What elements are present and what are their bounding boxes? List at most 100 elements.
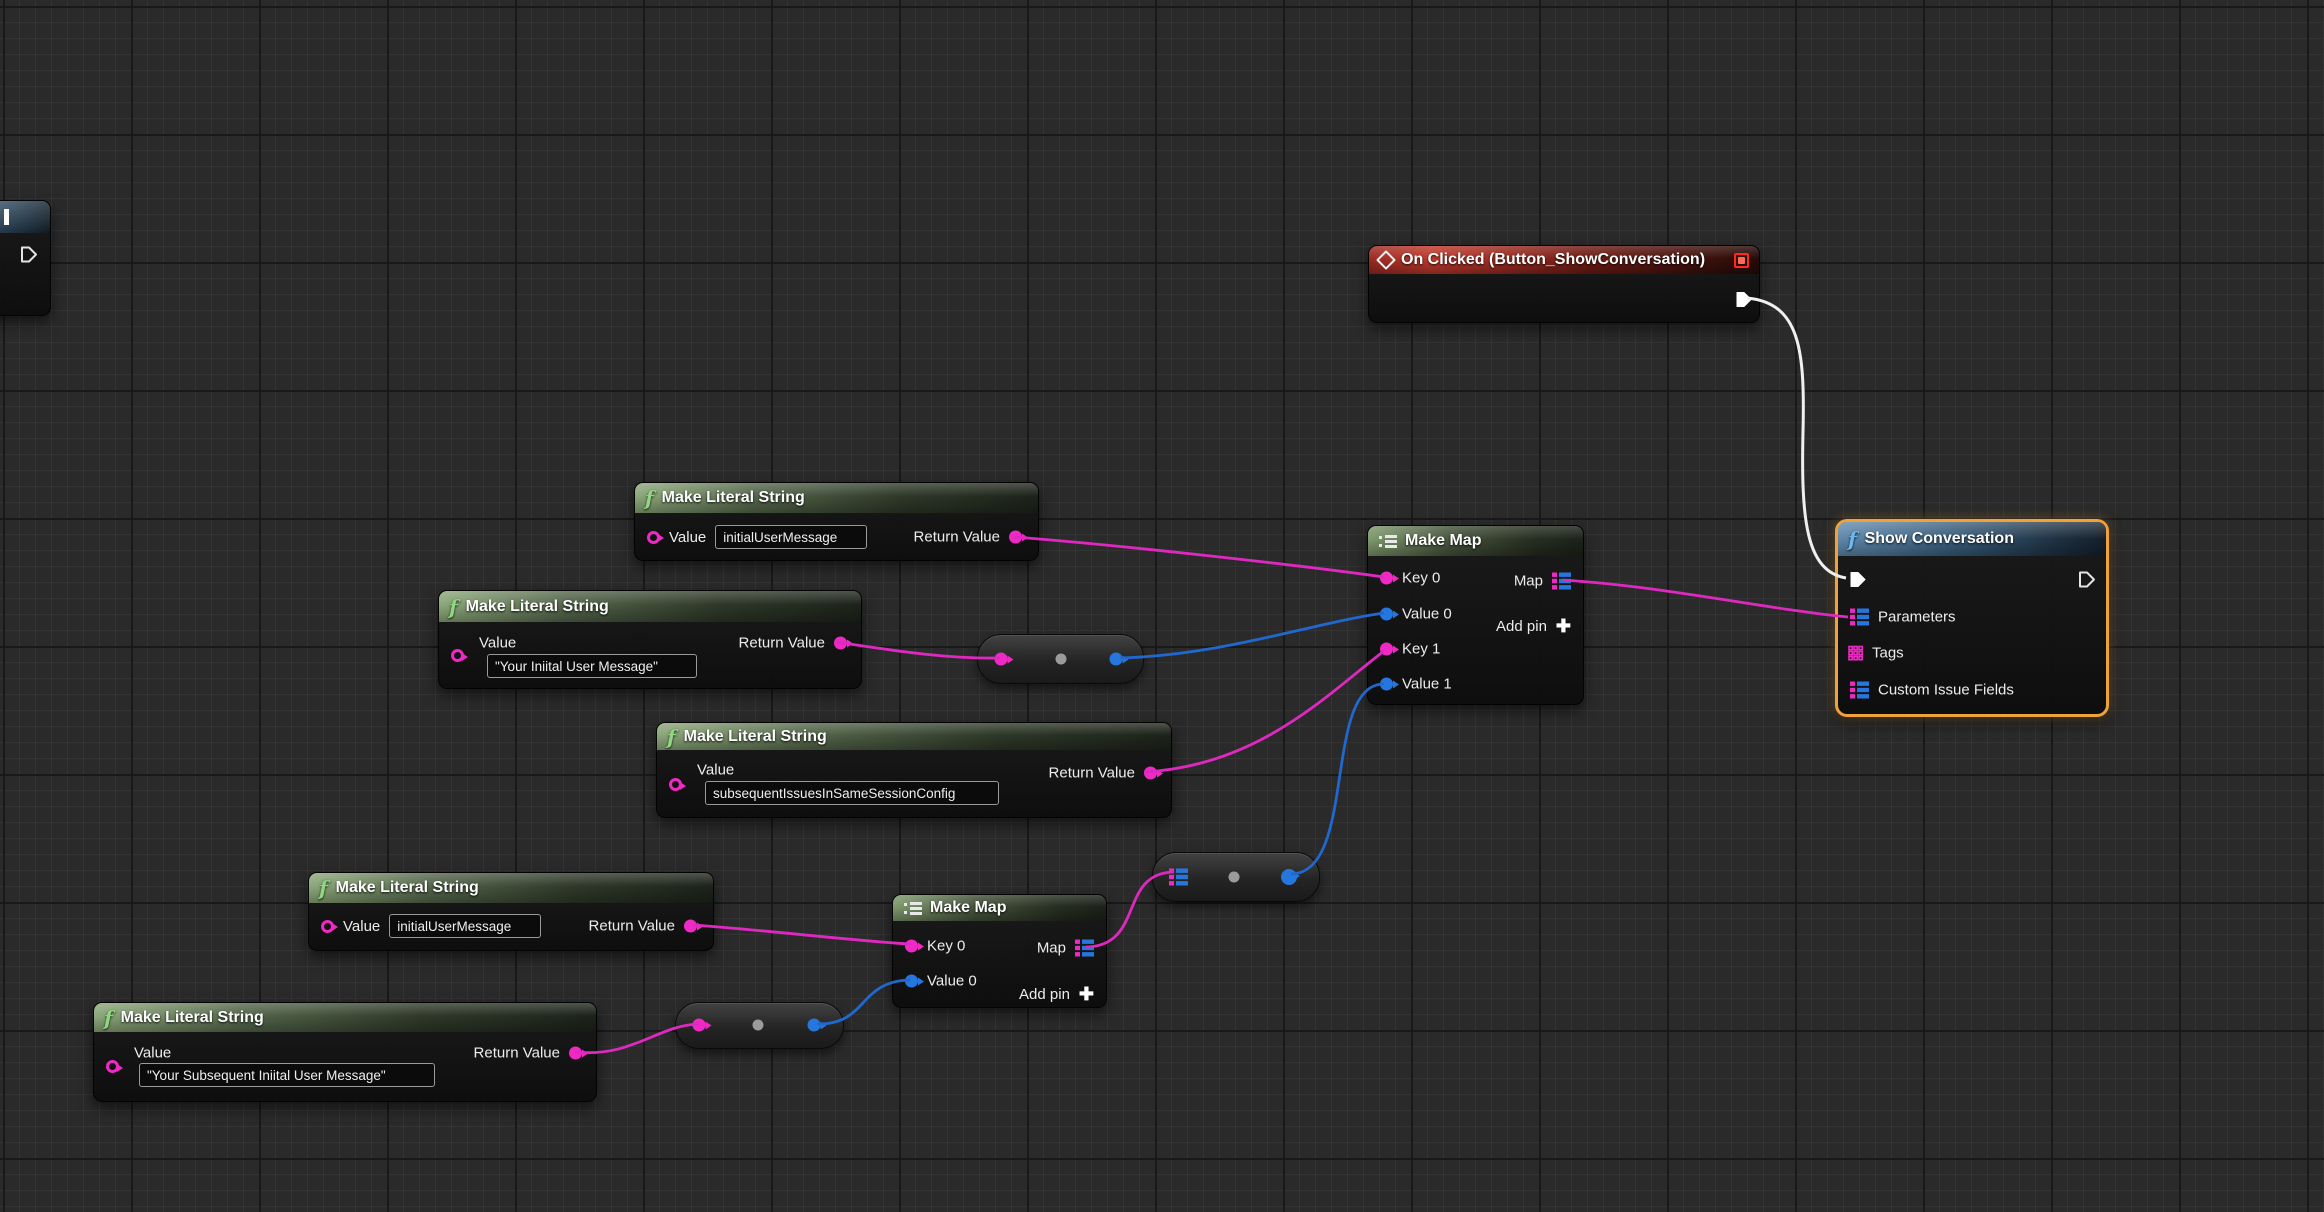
on-clicked-header[interactable]: On Clicked (Button_ShowConversation) — [1369, 246, 1759, 274]
conversion-dot — [1056, 654, 1067, 665]
value-text-input[interactable] — [705, 781, 999, 805]
function-icon: f — [104, 1008, 113, 1028]
on-clicked-title: On Clicked (Button_ShowConversation) — [1401, 251, 1705, 269]
conversion-dot — [753, 1020, 764, 1031]
custom-issue-fields-label: Custom Issue Fields — [1878, 682, 2014, 699]
key1-pin-row: Key 1 — [1380, 641, 1440, 658]
key0-label: Key 0 — [1402, 570, 1440, 587]
value-pin-row: Value — [321, 914, 541, 938]
node-make-literal-string-4[interactable]: f Make Literal String Value Return Value — [308, 872, 714, 951]
node-make-literal-string-5[interactable]: f Make Literal String Value Return Value — [93, 1002, 597, 1102]
value-pin-label: Value — [343, 918, 380, 935]
value-text-input[interactable] — [139, 1063, 435, 1087]
node-title: Make Map — [930, 899, 1006, 917]
node-make-literal-string-3[interactable]: f Make Literal String Value Return Value — [656, 722, 1172, 818]
add-pin-row[interactable]: Add pin ✚ — [1019, 985, 1094, 1003]
wire-string-literal4-to-key0[interactable] — [694, 925, 910, 944]
node-clipped-left-edge[interactable] — [0, 200, 51, 316]
node-make-literal-string-2[interactable]: f Make Literal String Value Return Value — [438, 590, 862, 689]
make-literal-string-header[interactable]: f Make Literal String — [657, 723, 1171, 750]
make-map-header[interactable]: Make Map — [893, 895, 1106, 921]
map-output-label: Map — [1514, 573, 1543, 590]
node-make-map-bottom[interactable]: Make Map Key 0 Value 0 Map Add pin ✚ — [892, 894, 1107, 1008]
conversion-node-map-to-value[interactable] — [1152, 852, 1320, 902]
value0-label: Value 0 — [927, 973, 977, 990]
exec-input-pin[interactable] — [1848, 570, 1867, 589]
value-text-input[interactable] — [715, 525, 867, 549]
make-literal-string-header[interactable]: f Make Literal String — [94, 1003, 596, 1032]
value0-label: Value 0 — [1402, 606, 1452, 623]
tags-label: Tags — [1872, 645, 1904, 662]
value-pin-label: Value — [669, 529, 706, 546]
string-input-pin[interactable] — [647, 531, 660, 544]
function-icon: f — [667, 727, 676, 747]
value-pin-label: Value — [134, 1045, 171, 1062]
make-literal-string-header[interactable]: f Make Literal String — [439, 591, 861, 622]
string-input-pin[interactable] — [669, 778, 682, 791]
blueprint-graph-canvas[interactable]: { "colors": { "wire_exec": "#f0f0f0", "w… — [0, 0, 2324, 1212]
map-output-row: Map — [1037, 940, 1094, 957]
string-input-pin-key0[interactable] — [905, 940, 918, 953]
return-value-row: Return Value — [914, 529, 1022, 546]
function-icon: f — [449, 597, 458, 617]
wire-string-maptop-to-parameters[interactable] — [1563, 580, 1848, 617]
node-title: Make Literal String — [684, 728, 827, 746]
exec-output-pin[interactable] — [19, 245, 38, 264]
tags-pin-row: Tags — [1848, 645, 1904, 662]
node-title: Make Literal String — [336, 879, 479, 897]
node-make-map-top[interactable]: Make Map Key 0 Value 0 Key 1 Value 1 Map… — [1367, 525, 1584, 705]
show-conversation-header[interactable]: f Show Conversation — [1838, 522, 2106, 556]
string-input-pin[interactable] — [106, 1060, 119, 1073]
clipped-header-text-fragment — [4, 209, 9, 225]
return-value-label: Return Value — [589, 918, 675, 935]
value-pin-label-row: Value — [697, 762, 734, 779]
value0-pin-row: Value 0 — [1380, 606, 1452, 623]
wire-exec-onclicked-to-showconversation[interactable] — [1747, 298, 1846, 578]
function-icon: f — [319, 878, 328, 898]
return-value-row: Return Value — [589, 918, 697, 935]
map-input-pin-parameters[interactable] — [1850, 609, 1869, 626]
wire-value-reroute1-to-value0[interactable] — [1120, 613, 1384, 658]
value-text-input[interactable] — [389, 914, 541, 938]
node-on-clicked-event[interactable]: On Clicked (Button_ShowConversation) — [1368, 245, 1760, 323]
value-text-input[interactable] — [487, 654, 697, 678]
wire-string-literal3-to-key1[interactable] — [1144, 651, 1384, 772]
return-value-row: Return Value — [739, 635, 847, 652]
node-make-literal-string-1[interactable]: f Make Literal String Value Return Value — [634, 482, 1039, 561]
exec-output-pin[interactable] — [2077, 570, 2096, 589]
string-input-pin[interactable] — [321, 920, 334, 933]
delegate-pin-icon[interactable] — [1734, 253, 1749, 268]
make-literal-string-header[interactable]: f Make Literal String — [309, 873, 713, 903]
map-output-label: Map — [1037, 940, 1066, 957]
conversion-node-string-to-value-1[interactable] — [977, 634, 1144, 684]
conversion-node-string-to-value-2[interactable] — [675, 1002, 844, 1049]
make-map-icon — [903, 901, 923, 916]
add-pin-row[interactable]: Add pin ✚ — [1496, 617, 1571, 635]
return-value-label: Return Value — [474, 1045, 560, 1062]
node-show-conversation[interactable]: f Show Conversation Parameters Tags — [1835, 519, 2109, 717]
make-literal-string-header[interactable]: f Make Literal String — [635, 483, 1038, 513]
wire-string-literal1-to-key0[interactable] — [1014, 537, 1384, 577]
event-diamond-icon — [1376, 250, 1396, 270]
return-value-row: Return Value — [1049, 765, 1157, 782]
conversion-dot — [1229, 872, 1240, 883]
make-map-header[interactable]: Make Map — [1368, 526, 1583, 556]
return-value-row: Return Value — [474, 1045, 582, 1062]
function-icon: f — [645, 488, 654, 508]
return-value-label: Return Value — [739, 635, 825, 652]
key0-pin-row: Key 0 — [1380, 570, 1440, 587]
add-pin-label: Add pin — [1019, 986, 1070, 1003]
add-pin-plus-icon: ✚ — [1079, 985, 1094, 1003]
map-input-pin-custom-issue-fields[interactable] — [1850, 682, 1869, 699]
set-input-pin-tags[interactable] — [1848, 646, 1863, 661]
value0-pin-row: Value 0 — [905, 973, 977, 990]
key0-pin-row: Key 0 — [905, 938, 965, 955]
string-input-pin[interactable] — [451, 649, 464, 662]
node-title: Make Literal String — [466, 598, 609, 616]
clipped-node-header — [0, 201, 50, 233]
add-pin-label: Add pin — [1496, 618, 1547, 635]
make-map-icon — [1378, 534, 1398, 549]
value-pin-label-row: Value — [134, 1045, 171, 1062]
value-output-pin[interactable] — [1281, 869, 1297, 885]
node-title: Make Literal String — [662, 489, 805, 507]
